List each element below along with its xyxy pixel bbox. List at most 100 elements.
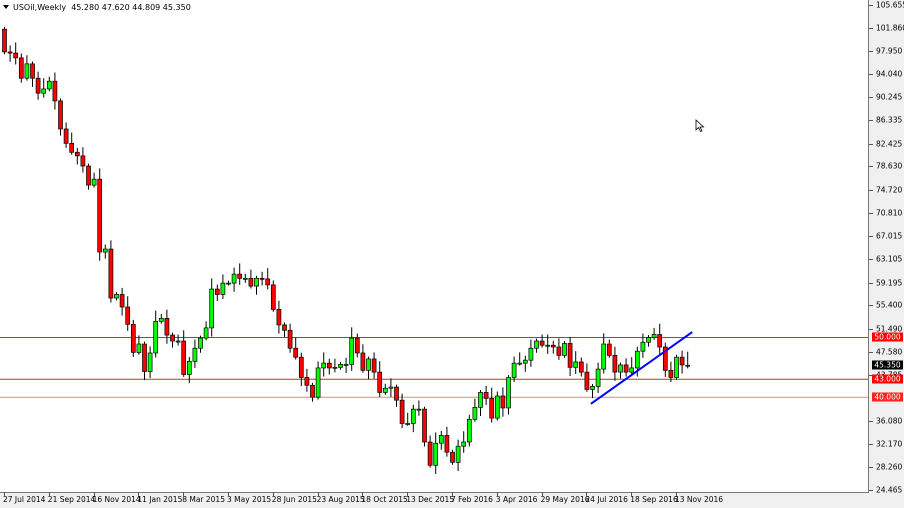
candle — [651, 327, 657, 340]
bull-candle-body — [534, 340, 539, 349]
bear-candle-body — [556, 346, 562, 356]
time-tick-label: 29 May 2016 — [540, 495, 590, 504]
price-tick-label: 24.465 — [876, 485, 903, 495]
bear-candle-body — [13, 52, 19, 59]
candle — [304, 368, 310, 392]
bear-candle-body — [399, 399, 405, 424]
candle — [175, 334, 181, 346]
price-tick-label: 67.015 — [876, 231, 903, 241]
bull-candle-body — [478, 392, 483, 408]
candle — [80, 147, 86, 173]
bear-candle-body — [578, 361, 584, 373]
candle — [595, 362, 601, 394]
candle — [220, 274, 226, 299]
bear-candle-body — [326, 362, 332, 369]
price-tick — [869, 443, 873, 445]
bear-candle-body — [119, 294, 125, 308]
bear-candle-body — [606, 343, 612, 356]
candle — [399, 393, 405, 428]
bear-candle-body — [287, 329, 293, 349]
bear-candle-body — [489, 398, 495, 419]
candle — [679, 350, 685, 374]
candle — [91, 172, 97, 188]
bear-candle-body — [354, 337, 360, 354]
bear-candle-body — [668, 369, 674, 378]
bear-candle-body — [2, 28, 7, 53]
price-tick-label: 94.040 — [876, 69, 903, 79]
candle — [114, 292, 119, 301]
bull-candle-body — [651, 334, 657, 338]
bear-candle-body — [623, 364, 629, 373]
bear-candle-body — [130, 323, 136, 353]
candle — [517, 352, 523, 366]
bull-candle-body — [433, 442, 439, 466]
bull-candle-body — [601, 343, 607, 370]
bull-candle-body — [573, 361, 579, 368]
candle — [405, 412, 411, 426]
bear-candle-body — [164, 317, 170, 336]
candlestick-plot[interactable] — [0, 0, 868, 492]
bull-candle-body — [466, 418, 472, 443]
bull-candle-body — [192, 347, 198, 362]
bull-candle-body — [517, 362, 523, 365]
bear-candle-body — [125, 306, 131, 325]
candle — [438, 430, 444, 450]
bear-candle-body — [237, 273, 243, 279]
candle — [147, 346, 153, 379]
candle — [360, 344, 366, 373]
candle — [567, 336, 573, 376]
candle — [478, 390, 483, 417]
bull-candle-body — [511, 362, 517, 378]
candle — [388, 378, 394, 397]
bull-candle-body — [153, 320, 159, 354]
bear-candle-body — [80, 155, 86, 167]
candle — [578, 357, 584, 377]
bear-candle-body — [427, 441, 433, 466]
price-tick-label: 74.720 — [876, 185, 903, 195]
candle — [254, 275, 259, 295]
candle — [69, 132, 75, 155]
bear-candle-body — [612, 355, 618, 373]
candle — [287, 323, 293, 353]
bear-candle-body — [679, 356, 685, 366]
candle — [466, 414, 472, 447]
candle — [618, 362, 623, 379]
candle — [52, 72, 58, 110]
candle — [46, 76, 52, 92]
dropdown-triangle-icon[interactable] — [3, 5, 9, 9]
bull-candle-body — [646, 337, 651, 343]
price-tick — [869, 213, 873, 215]
candle — [343, 357, 349, 374]
candle — [601, 333, 607, 374]
candle — [63, 122, 69, 148]
time-tick-label: 18 Oct 2015 — [361, 495, 408, 504]
bull-candle-body — [315, 367, 321, 398]
bear-candle-body — [63, 128, 69, 144]
time-tick-label: 27 Jul 2014 — [3, 495, 46, 504]
bear-candle-body — [265, 278, 271, 286]
bear-candle-body — [304, 377, 310, 386]
bear-candle-body — [422, 408, 427, 443]
candle — [338, 361, 343, 370]
price-tick-label: 55.400 — [876, 300, 903, 310]
candle — [450, 449, 455, 465]
candle — [662, 342, 668, 377]
price-tick — [869, 467, 873, 469]
bull-candle-body — [41, 88, 47, 94]
price-tick — [869, 51, 873, 53]
candle — [472, 398, 478, 422]
bear-candle-body — [550, 344, 556, 348]
price-tick — [869, 27, 873, 29]
candle — [265, 268, 271, 290]
bear-candle-body — [181, 340, 187, 375]
price-tick — [869, 120, 873, 122]
candle — [136, 335, 142, 355]
candle — [248, 269, 254, 289]
candle — [606, 339, 612, 358]
candle — [444, 426, 450, 457]
candle — [556, 338, 562, 360]
candle — [242, 273, 248, 283]
bull-candle-body — [528, 347, 534, 361]
bull-candle-body — [366, 358, 371, 371]
candle — [198, 335, 203, 353]
